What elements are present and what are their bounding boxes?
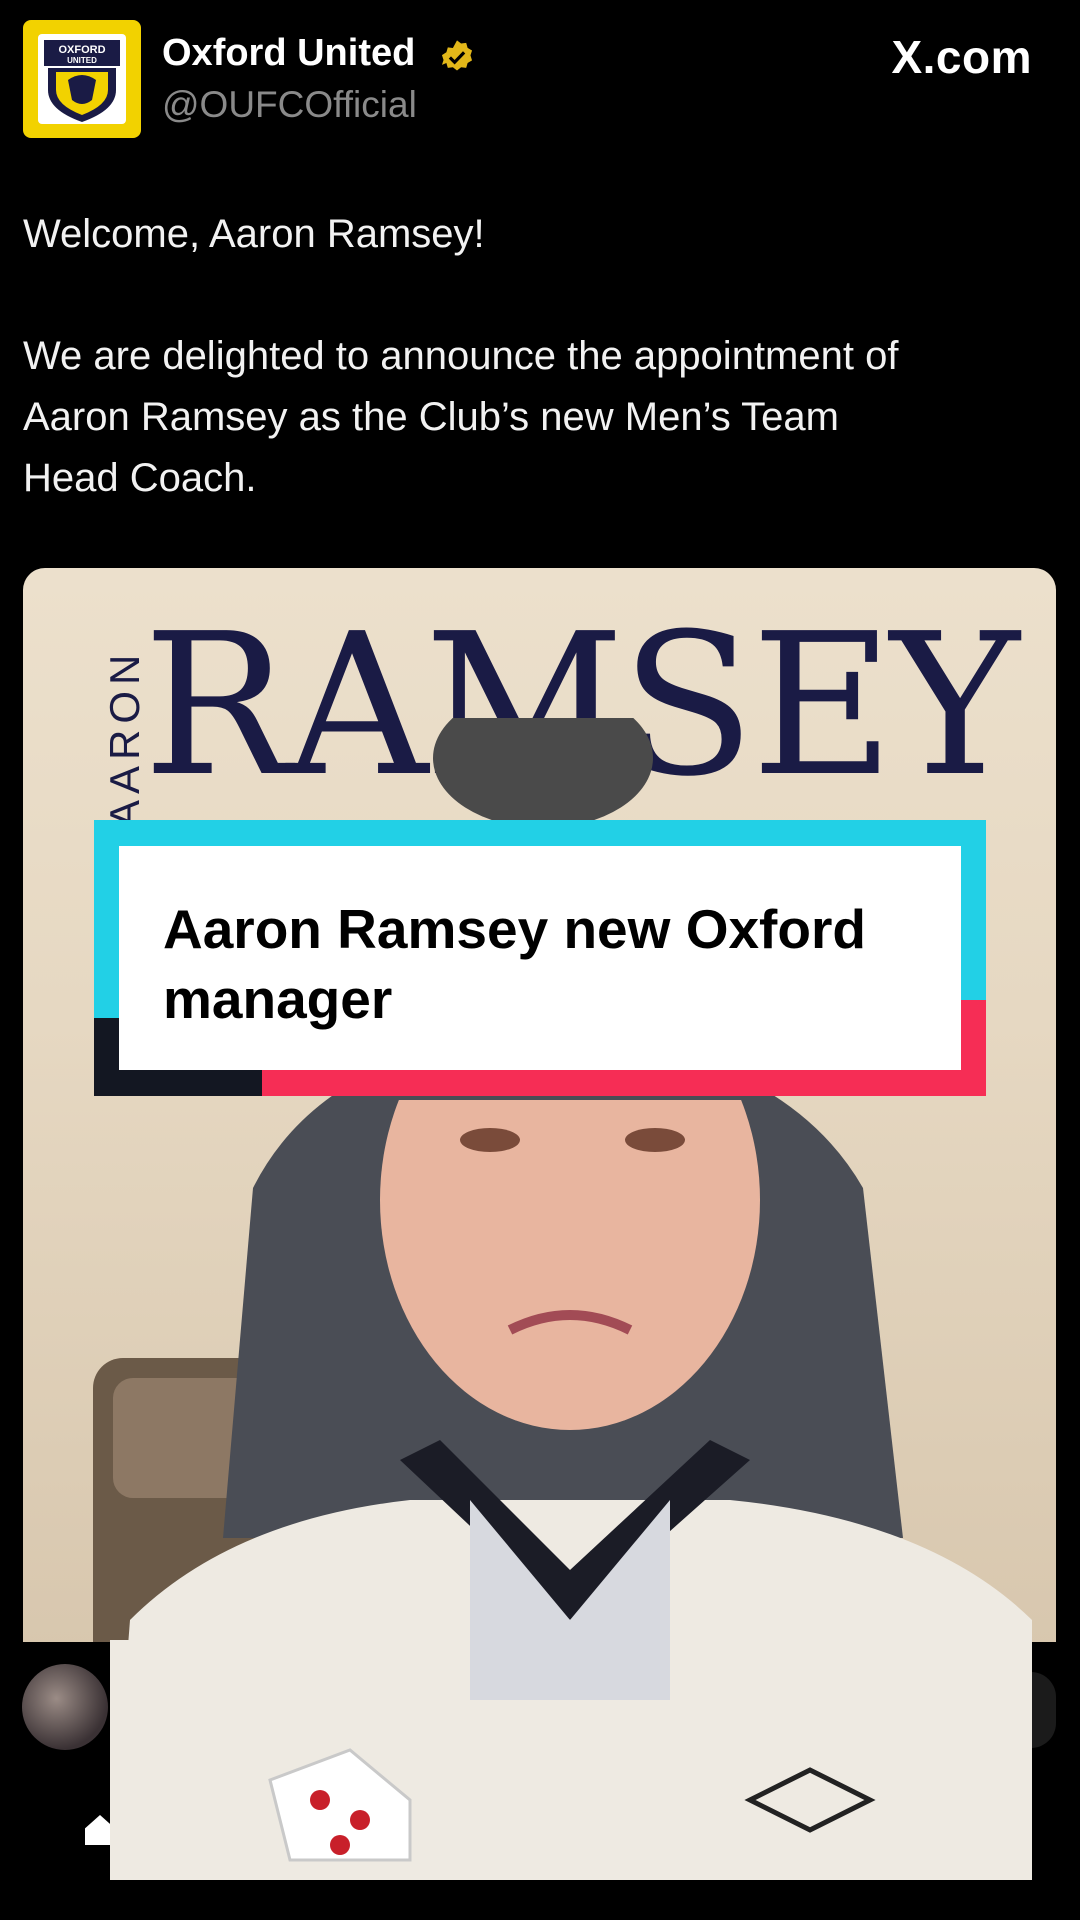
display-name[interactable]: Oxford United [162,32,415,75]
verified-badge-icon [441,40,473,71]
svg-text:OXFORD: OXFORD [58,44,105,56]
caption-text: Aaron Ramsey new Oxford manager [163,898,866,1030]
caption-box: Aaron Ramsey new Oxford manager [119,846,961,1070]
site-label: X.com [891,31,1032,83]
oxford-crest-icon: OXFORD UNITED [38,34,126,124]
tweet-body-line: Aaron Ramsey as the Club’s new Men’s Tea… [23,395,839,439]
tweet-body-line: We are delighted to announce the appoint… [23,334,899,378]
presenter-video [110,1100,1032,1880]
svg-text:UNITED: UNITED [67,56,97,65]
tweet-greeting: Welcome, Aaron Ramsey! [23,212,485,256]
account-handle[interactable]: @OUFCOfficial [162,84,417,126]
avatar[interactable] [22,1664,108,1750]
tweet-body-line: Head Coach. [23,456,257,500]
club-logo[interactable]: OXFORD UNITED [23,20,141,138]
